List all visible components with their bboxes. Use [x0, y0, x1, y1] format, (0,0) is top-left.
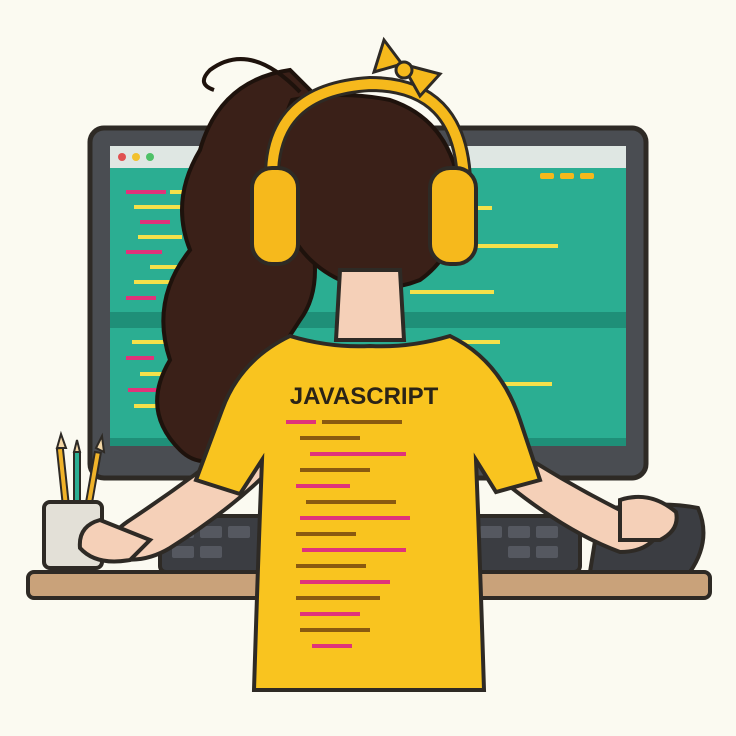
shirt-title: JAVASCRIPT	[290, 383, 439, 410]
illustration-svg: JAVASCRIPT	[26, 36, 712, 692]
illustration-scene: JAVASCRIPT	[0, 0, 736, 736]
neck	[333, 268, 407, 342]
